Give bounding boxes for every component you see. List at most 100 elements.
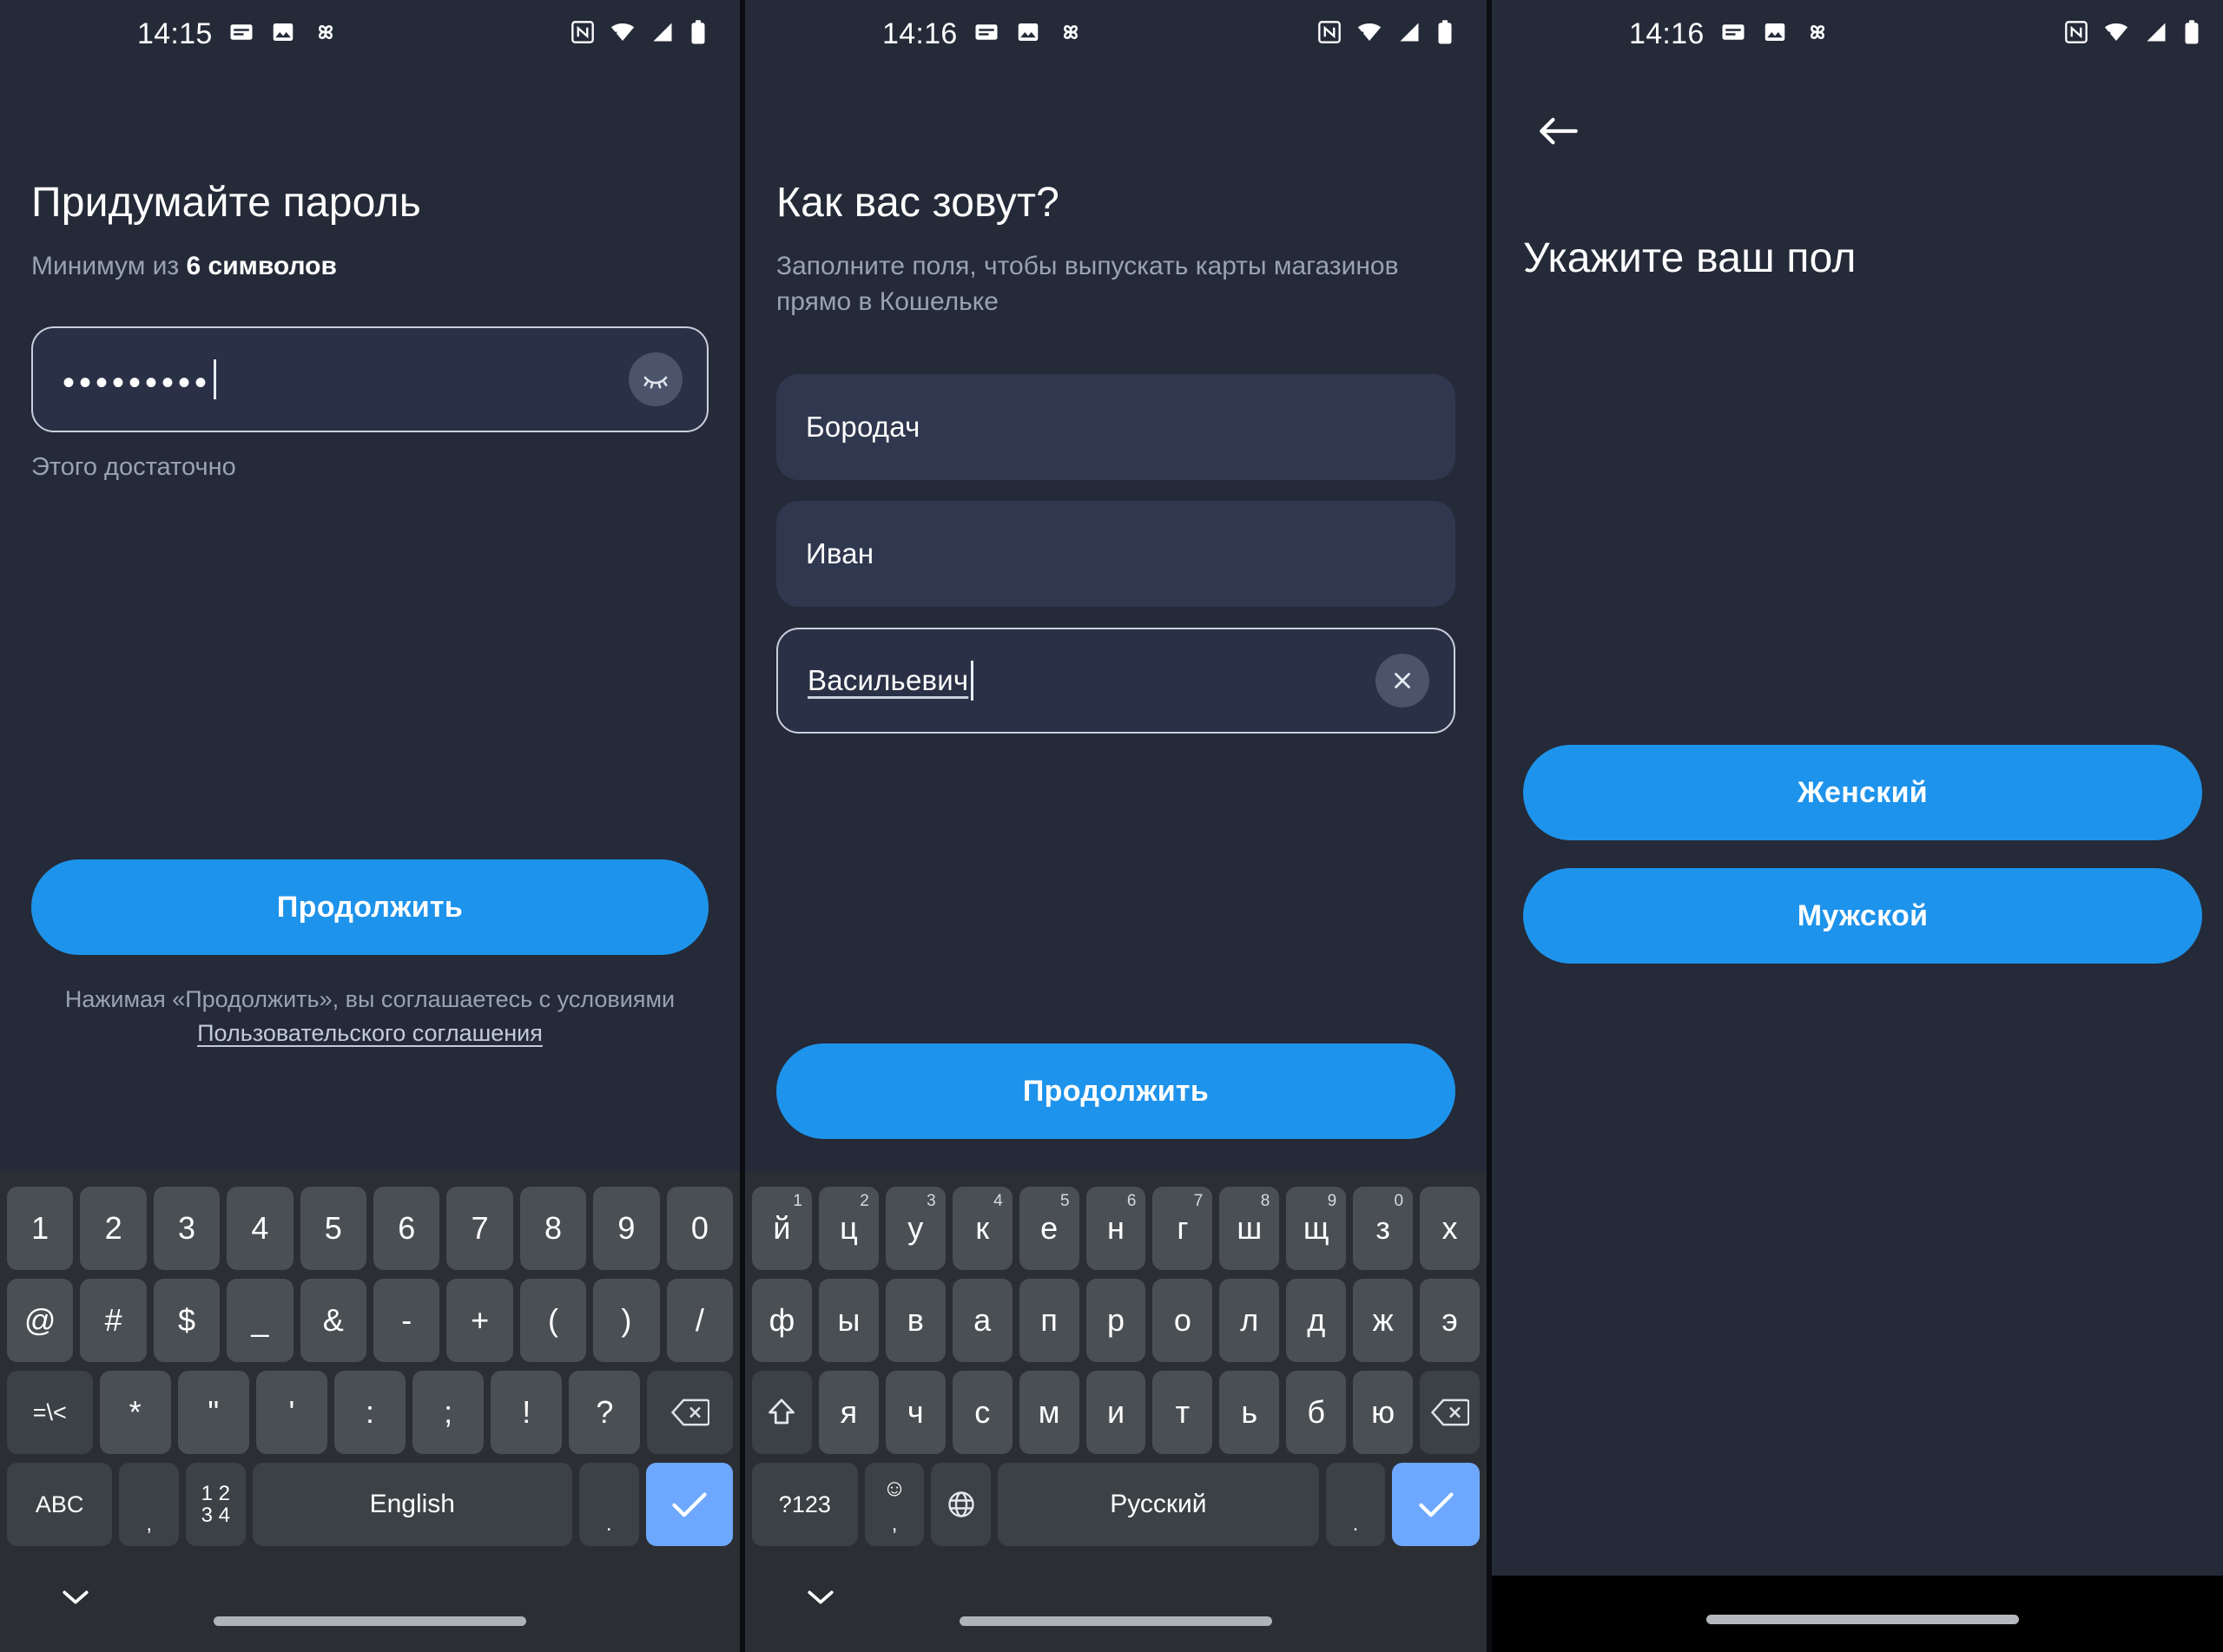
key-plus[interactable]: + xyxy=(446,1279,513,1362)
key-9[interactable]: 9 xyxy=(593,1187,660,1270)
key-dollar[interactable]: $ xyxy=(153,1279,221,1362)
key-quote-single[interactable]: ' xyxy=(255,1371,327,1454)
gender-female-button[interactable]: Женский xyxy=(1523,745,2202,840)
key-comma[interactable]: , xyxy=(119,1463,179,1546)
key-exclamation[interactable]: ! xyxy=(491,1371,563,1454)
key-underscore[interactable]: _ xyxy=(227,1279,294,1362)
key-ru-u[interactable]: 3у xyxy=(885,1187,946,1270)
key-ru-ch[interactable]: ч xyxy=(885,1371,946,1454)
key-8[interactable]: 8 xyxy=(519,1187,587,1270)
key-period[interactable]: . xyxy=(578,1463,639,1546)
key-ru-o[interactable]: о xyxy=(1152,1279,1213,1362)
home-indicator[interactable] xyxy=(960,1616,1272,1626)
key-ru-f[interactable]: ф xyxy=(752,1279,812,1362)
key-ru-n[interactable]: 6н xyxy=(1085,1187,1146,1270)
key-question[interactable]: ? xyxy=(569,1371,641,1454)
key-ru-r[interactable]: р xyxy=(1085,1279,1146,1362)
key-space[interactable]: English xyxy=(252,1463,572,1546)
key-ru-eh[interactable]: э xyxy=(1420,1279,1480,1362)
eye-off-icon[interactable] xyxy=(629,352,683,406)
key-ru-y[interactable]: 1й xyxy=(752,1187,812,1270)
key-more-symbols[interactable]: =\< xyxy=(7,1371,93,1454)
key-ru-a[interactable]: а xyxy=(952,1279,1013,1362)
key-numpad[interactable]: 1 23 4 xyxy=(186,1463,246,1546)
name-content: Как вас зовут? Заполните поля, чтобы вып… xyxy=(745,179,1487,734)
screen-name: 14:16 Как вас зовут? Заполните поля, что… xyxy=(745,0,1487,1652)
key-ru-yu[interactable]: ю xyxy=(1353,1371,1414,1454)
key-period-label: . xyxy=(1352,1512,1359,1536)
key-ru-v[interactable]: в xyxy=(885,1279,946,1362)
key-paren-open[interactable]: ( xyxy=(519,1279,587,1362)
middle-name-input[interactable]: Васильевич xyxy=(776,627,1455,734)
chevron-down-icon[interactable] xyxy=(61,1588,90,1611)
key-ru-sh[interactable]: 8ш xyxy=(1219,1187,1280,1270)
password-dots: ••••••••• xyxy=(63,363,212,402)
chevron-down-icon[interactable] xyxy=(806,1588,835,1611)
arrow-left-icon[interactable] xyxy=(1527,99,1591,163)
key-ru-k[interactable]: 4к xyxy=(952,1187,1013,1270)
key-ru-zh[interactable]: ж xyxy=(1353,1279,1414,1362)
key-symbols[interactable]: ?123 xyxy=(752,1463,858,1546)
home-indicator[interactable] xyxy=(1706,1615,2019,1624)
close-icon[interactable] xyxy=(1375,653,1429,708)
key-colon[interactable]: : xyxy=(333,1371,406,1454)
key-ru-z[interactable]: 0з xyxy=(1353,1187,1414,1270)
key-7[interactable]: 7 xyxy=(446,1187,513,1270)
continue-button[interactable]: Продолжить xyxy=(31,859,709,955)
key-ru-ya[interactable]: я xyxy=(818,1371,879,1454)
key-semicolon[interactable]: ; xyxy=(412,1371,485,1454)
key-ru-shch[interactable]: 9щ xyxy=(1286,1187,1347,1270)
backspace-icon[interactable] xyxy=(1420,1371,1480,1454)
key-ru-g[interactable]: 7г xyxy=(1152,1187,1213,1270)
key-ru-b[interactable]: б xyxy=(1286,1371,1347,1454)
key-1[interactable]: 1 xyxy=(6,1187,74,1270)
key-ru-t[interactable]: т xyxy=(1152,1371,1213,1454)
key-4[interactable]: 4 xyxy=(227,1187,294,1270)
continue-button[interactable]: Продолжить xyxy=(776,1043,1455,1139)
gender-male-button[interactable]: Мужской xyxy=(1523,868,2202,964)
key-ru-l[interactable]: л xyxy=(1219,1279,1280,1362)
home-indicator[interactable] xyxy=(214,1616,526,1626)
shift-icon[interactable] xyxy=(752,1371,812,1454)
key-0[interactable]: 0 xyxy=(666,1187,734,1270)
emoji-icon[interactable]: ☺ , xyxy=(864,1463,925,1546)
check-icon[interactable] xyxy=(645,1463,733,1546)
last-name-input[interactable]: Бородач xyxy=(776,373,1455,480)
key-5[interactable]: 5 xyxy=(300,1187,366,1270)
first-name-input[interactable]: Иван xyxy=(776,500,1455,607)
key-minus[interactable]: - xyxy=(373,1279,440,1362)
key-space[interactable]: Русский xyxy=(998,1463,1319,1546)
key-ampersand[interactable]: & xyxy=(300,1279,366,1362)
backspace-icon[interactable] xyxy=(647,1371,733,1454)
key-ru-ts[interactable]: 2ц xyxy=(818,1187,879,1270)
key-asterisk[interactable]: * xyxy=(99,1371,171,1454)
key-ru-d[interactable]: д xyxy=(1286,1279,1347,1362)
key-hash[interactable]: # xyxy=(80,1279,147,1362)
key-paren-close[interactable]: ) xyxy=(593,1279,660,1362)
key-sup: 8 xyxy=(1260,1192,1270,1210)
key-ru-soft[interactable]: ь xyxy=(1219,1371,1280,1454)
key-ru-yi[interactable]: ы xyxy=(818,1279,879,1362)
key-ru-p[interactable]: п xyxy=(1019,1279,1079,1362)
key-ru-e[interactable]: 5е xyxy=(1019,1187,1079,1270)
key-3[interactable]: 3 xyxy=(153,1187,221,1270)
key-ru-h[interactable]: х xyxy=(1420,1187,1480,1270)
screen-gender: 14:16 Укажите ваш пол Женский Мужской xyxy=(1492,0,2223,1652)
key-slash[interactable]: / xyxy=(666,1279,734,1362)
key-label: у xyxy=(907,1210,924,1246)
key-6[interactable]: 6 xyxy=(373,1187,440,1270)
globe-icon[interactable] xyxy=(931,1463,992,1546)
key-at[interactable]: @ xyxy=(6,1279,74,1362)
key-ru-s[interactable]: с xyxy=(952,1371,1013,1454)
key-ru-i[interactable]: и xyxy=(1085,1371,1146,1454)
keyboard-symbols: 1 2 3 4 5 6 7 8 9 0 @ # $ _ & - + ( ) / … xyxy=(0,1171,740,1652)
key-ru-m[interactable]: м xyxy=(1019,1371,1079,1454)
password-input[interactable]: ••••••••• xyxy=(31,326,709,432)
user-agreement-link[interactable]: Пользовательского соглашения xyxy=(31,1017,709,1050)
check-icon[interactable] xyxy=(1392,1463,1481,1546)
key-period[interactable]: . xyxy=(1325,1463,1386,1546)
key-2[interactable]: 2 xyxy=(80,1187,147,1270)
keyboard-row-2: @ # $ _ & - + ( ) / xyxy=(0,1279,740,1362)
key-quote-double[interactable]: " xyxy=(177,1371,249,1454)
key-abc[interactable]: ABC xyxy=(7,1463,113,1546)
